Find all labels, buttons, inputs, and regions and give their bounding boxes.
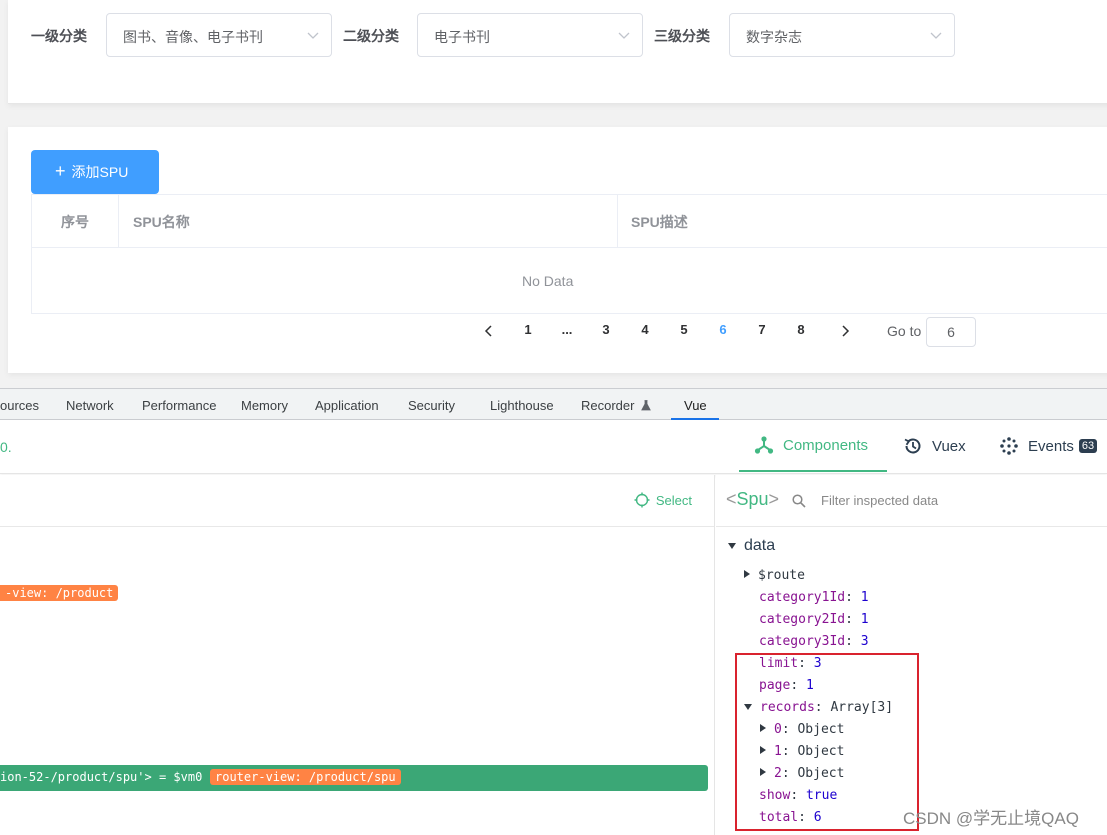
next-page-icon[interactable] [840, 325, 850, 337]
spu-list-card: + 添加SPU 序号 SPU名称 SPU描述 No Data 1 ... 3 4… [8, 127, 1107, 373]
tab-components[interactable]: Components [739, 420, 887, 472]
prop-category2Id: category2Id: 1 [759, 612, 869, 627]
vue-devtools-header: 0. Components Vuex Events 63 [0, 420, 1107, 474]
chevron-down-icon [618, 32, 630, 39]
level1-select[interactable]: 图书、音像、电子书刊 [106, 13, 332, 57]
page-ellipsis[interactable]: ... [557, 322, 577, 337]
collapse-triangle-icon [728, 543, 736, 549]
level3-select[interactable]: 数字杂志 [729, 13, 955, 57]
router-view-spu-tag: router-view: /product/spu [210, 769, 401, 785]
data-section-label: data [744, 537, 776, 554]
level1-select-value: 图书、音像、电子书刊 [123, 29, 263, 45]
devtools-panel: ources Network Performance Memory Applic… [0, 388, 1107, 835]
tab-sources[interactable]: ources [0, 398, 39, 413]
chevron-down-icon [307, 32, 319, 39]
selected-component-row[interactable]: ion-52-/product/spu'> = $vm0 router-view… [0, 765, 708, 791]
level2-select[interactable]: 电子书刊 [417, 13, 643, 57]
prev-page-icon[interactable] [484, 325, 494, 337]
level2-label: 二级分类 [343, 28, 399, 44]
tab-recorder-label: Recorder [581, 398, 635, 413]
plus-icon: + [55, 161, 66, 181]
tab-recorder[interactable]: Recorder [581, 398, 651, 413]
level1-label: 一级分类 [31, 28, 87, 44]
router-view-tag[interactable]: -view: /product [0, 585, 119, 601]
tab-events[interactable]: Events 63 [999, 420, 1098, 472]
page-8[interactable]: 8 [791, 322, 811, 337]
level2-select-value: 电子书刊 [434, 29, 490, 45]
pagination: 1 ... 3 4 5 6 7 8 Go to 6 [478, 317, 1107, 347]
chevron-down-icon [930, 32, 942, 39]
inspected-component-name: <Spu> [726, 489, 780, 509]
tab-components-label: Components [783, 436, 869, 454]
component-row-label: ion-52-/product/spu'> = $vm0 [0, 770, 203, 784]
add-spu-button[interactable]: + 添加SPU [31, 150, 159, 194]
search-icon [792, 494, 806, 508]
goto-label: Go to [887, 323, 922, 339]
goto-input[interactable]: 6 [926, 317, 976, 347]
version-text: 0. [0, 439, 12, 455]
tab-memory[interactable]: Memory [241, 398, 288, 413]
tab-performance[interactable]: Performance [142, 398, 216, 413]
page-5[interactable]: 5 [674, 322, 694, 337]
select-label: Select [655, 492, 692, 508]
tab-network[interactable]: Network [66, 398, 114, 413]
tab-events-label: Events [1028, 437, 1074, 455]
component-tree-pane: Select -view: /product ion-52-/product/s… [0, 475, 715, 835]
expand-triangle-icon [744, 570, 750, 578]
tab-vue[interactable]: Vue [684, 398, 707, 413]
select-component-button[interactable]: Select [634, 492, 692, 508]
events-icon [1000, 437, 1018, 455]
spu-table: 序号 SPU名称 SPU描述 No Data [31, 194, 1107, 314]
empty-text: No Data [522, 273, 574, 289]
category-filter-card: 一级分类 图书、音像、电子书刊 二级分类 电子书刊 三级分类 数字杂志 [8, 0, 1107, 104]
tab-vuex[interactable]: Vuex [903, 420, 966, 472]
filter-inspected-input[interactable]: Filter inspected data [821, 493, 938, 508]
highlight-annotation-box [735, 653, 919, 831]
page-1[interactable]: 1 [518, 322, 538, 337]
column-header-index: 序号 [32, 195, 119, 248]
crosshair-icon [634, 492, 650, 508]
prop-category3Id: category3Id: 3 [759, 634, 869, 649]
data-section-header[interactable]: data [728, 537, 775, 555]
level3-select-value: 数字杂志 [746, 29, 802, 45]
flask-icon [641, 400, 651, 411]
column-header-description: SPU描述 [631, 213, 688, 230]
add-spu-label: 添加SPU [71, 164, 129, 180]
devtools-tabbar: ources Network Performance Memory Applic… [0, 388, 1107, 420]
prop-category1Id: category1Id: 1 [759, 590, 869, 605]
tab-vuex-label: Vuex [932, 437, 966, 455]
table-header: 序号 SPU名称 SPU描述 [32, 195, 1107, 248]
history-icon [904, 438, 921, 454]
tab-lighthouse[interactable]: Lighthouse [490, 398, 554, 413]
components-icon [754, 436, 774, 454]
page-4[interactable]: 4 [635, 322, 655, 337]
page-6-current[interactable]: 6 [713, 322, 733, 337]
level3-label: 三级分类 [654, 28, 710, 44]
page-7[interactable]: 7 [752, 322, 772, 337]
prop-route[interactable]: $route [744, 568, 805, 583]
watermark: CSDN @学无止境QAQ [903, 809, 1079, 828]
tab-application[interactable]: Application [315, 398, 379, 413]
column-header-name: SPU名称 [119, 195, 618, 248]
inspector-toolbar: <Spu> Filter inspected data [716, 475, 1107, 527]
tree-toolbar: Select [0, 475, 714, 527]
events-count-badge: 63 [1078, 439, 1098, 453]
tab-security[interactable]: Security [408, 398, 455, 413]
page-3[interactable]: 3 [596, 322, 616, 337]
